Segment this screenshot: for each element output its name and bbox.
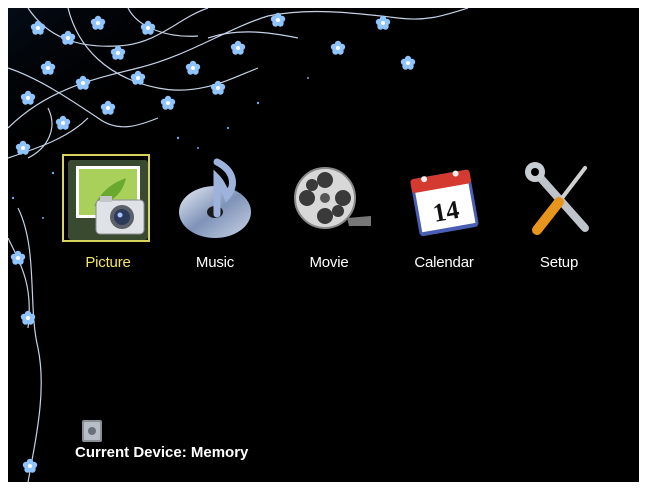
menu-item-setup[interactable]: Setup <box>504 156 614 286</box>
menu-label-calendar: Calendar <box>414 254 474 271</box>
menu-item-movie[interactable]: Movie <box>274 156 384 286</box>
menu-item-picture[interactable]: Picture <box>53 154 163 286</box>
menu-item-music[interactable]: Music <box>160 156 270 286</box>
current-device-status: Current Device: Memory <box>75 444 249 461</box>
frame-screen: Picture Music Movie 14 Calendar Setup Cu… <box>8 8 639 482</box>
wrench-screwdriver-icon <box>515 156 603 244</box>
film-reel-icon <box>285 156 373 244</box>
menu-label-picture: Picture <box>85 254 131 271</box>
menu-label-setup: Setup <box>539 254 579 271</box>
menu-label-music: Music <box>195 254 235 271</box>
menu-item-calendar[interactable]: 14 Calendar <box>389 156 499 286</box>
memory-card-icon <box>82 420 102 442</box>
menu-label-movie: Movie <box>309 254 349 271</box>
calendar-icon: 14 <box>400 156 488 244</box>
svg-text:14: 14 <box>431 195 462 228</box>
picture-camera-icon <box>62 154 152 244</box>
music-disc-icon <box>171 156 259 244</box>
